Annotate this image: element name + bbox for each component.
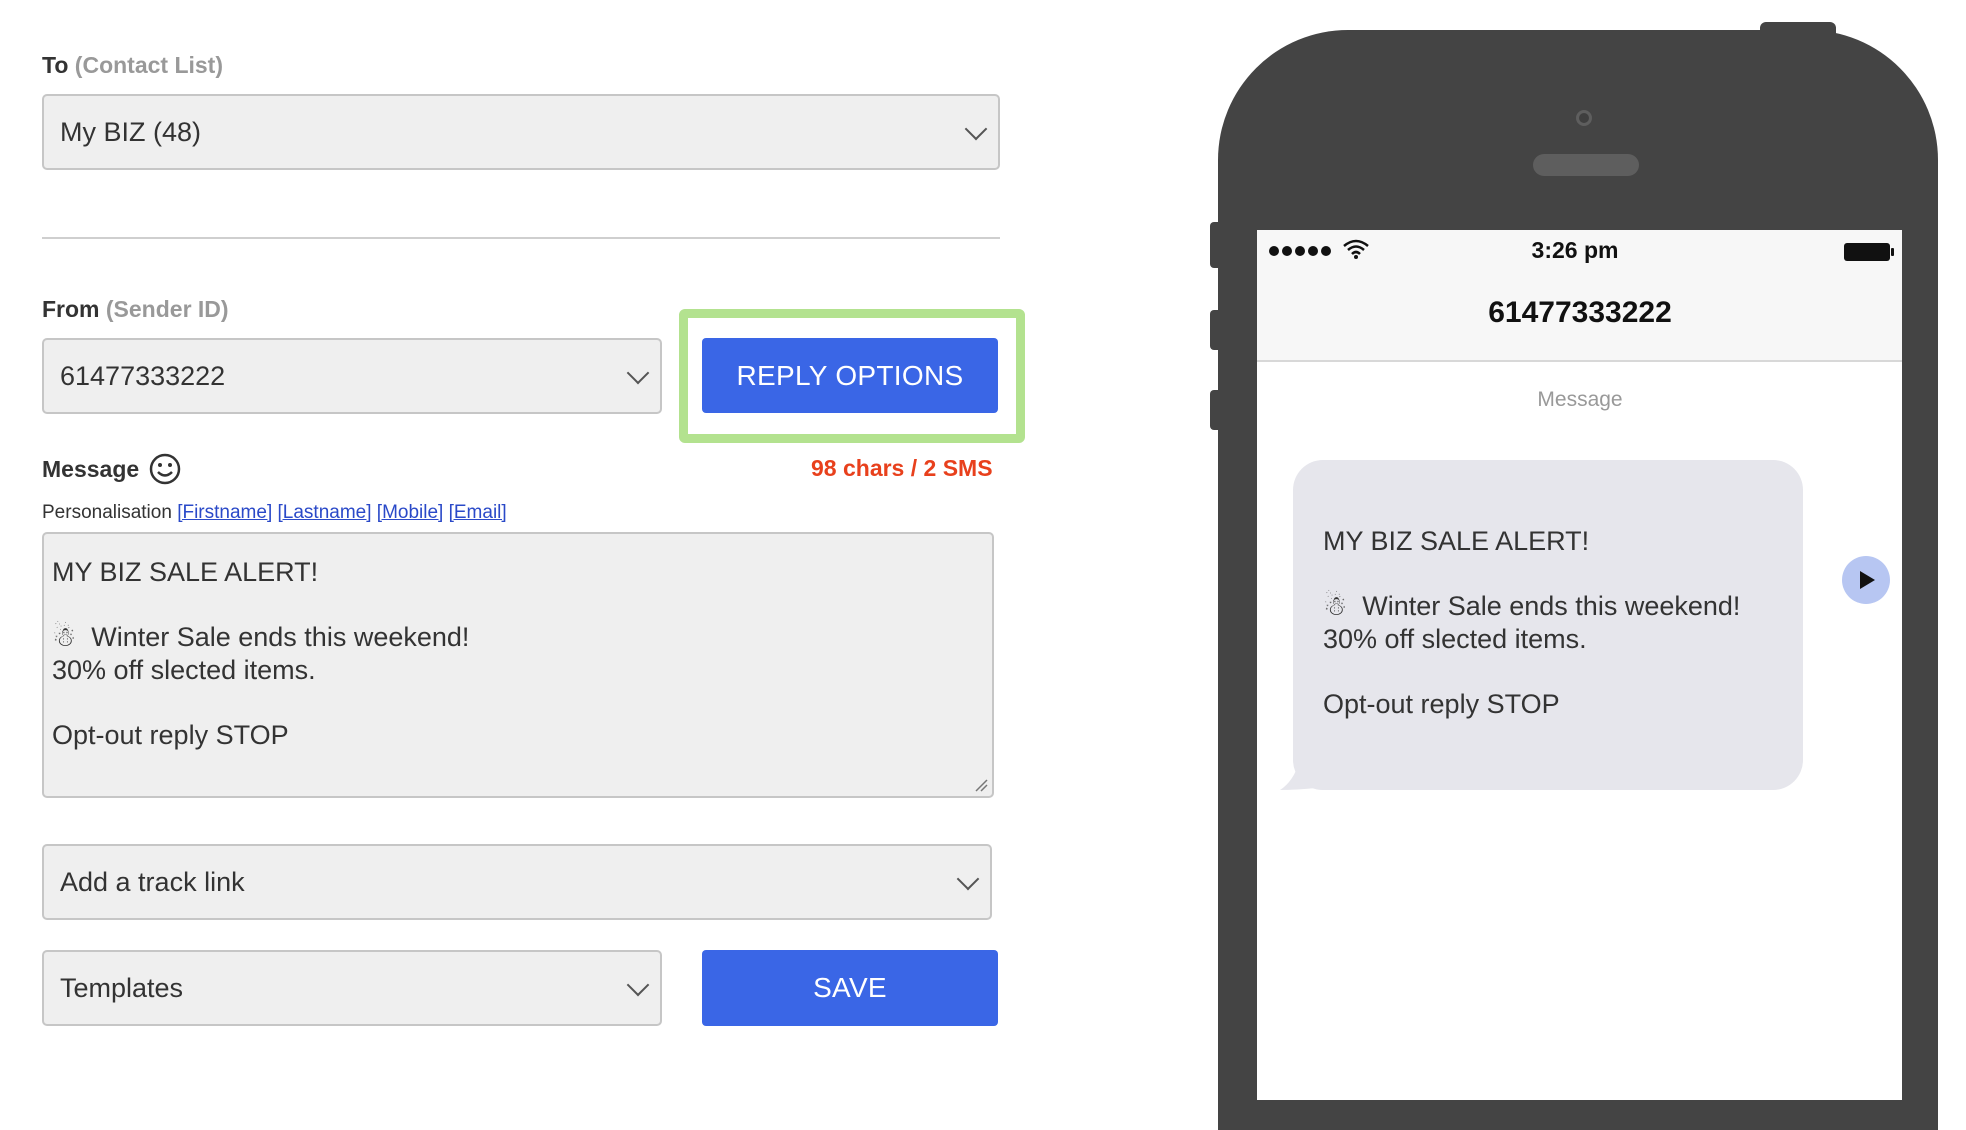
personalisation-row: Personalisation [Firstname] [Lastname] [… <box>42 502 507 524</box>
reply-options-label: REPLY OPTIONS <box>736 359 964 391</box>
phone-message-header: Message <box>1537 388 1623 411</box>
bubble-line: 30% off slected items. <box>1323 624 1587 654</box>
contact-list-value: My BIZ (48) <box>60 116 202 147</box>
to-label-sub: (Contact List) <box>74 52 224 78</box>
track-link-select[interactable]: Add a track link <box>42 844 992 920</box>
phone-side-button <box>1210 310 1222 350</box>
phone-time: 3:26 pm <box>1531 237 1619 263</box>
reply-options-button[interactable]: REPLY OPTIONS <box>702 338 998 413</box>
chevron-down-icon <box>964 117 988 141</box>
resize-handle-icon[interactable] <box>974 778 988 792</box>
to-label: To (Contact List) <box>42 52 223 79</box>
smiley-icon[interactable] <box>149 453 181 485</box>
message-label-text: Message <box>42 455 140 482</box>
char-counter: 98 chars / 2 SMS <box>811 455 993 481</box>
to-label-text: To <box>42 52 69 78</box>
save-label: SAVE <box>813 972 887 1003</box>
chevron-down-icon <box>626 361 650 385</box>
message-line: 30% off slected items. <box>52 655 316 685</box>
tag-firstname[interactable]: [Firstname] <box>177 502 272 523</box>
phone-camera <box>1576 110 1592 126</box>
sender-id-value: 61477333222 <box>60 360 226 391</box>
from-label: From (Sender ID) <box>42 296 229 323</box>
sms-bubble: MY BIZ SALE ALERT! ☃ Winter Sale ends th… <box>1293 460 1803 790</box>
contact-list-select[interactable]: My BIZ (48) <box>42 94 1000 170</box>
tag-email[interactable]: [Email] <box>449 502 507 523</box>
tag-lastname[interactable]: [Lastname] <box>278 502 372 523</box>
templates-select[interactable]: Templates <box>42 950 662 1026</box>
from-label-sub: (Sender ID) <box>105 296 229 322</box>
personalisation-label: Personalisation <box>42 502 172 523</box>
bubble-line: Opt-out reply STOP <box>1323 689 1560 719</box>
phone-side-button <box>1210 390 1222 430</box>
message-line: Opt-out reply STOP <box>52 720 289 750</box>
phone-contact-title: 61477333222 <box>1488 296 1672 329</box>
wifi-icon <box>1343 239 1369 259</box>
message-line: ☃ Winter Sale ends this weekend! <box>52 622 470 652</box>
phone-speaker <box>1533 154 1639 176</box>
bubble-line: MY BIZ SALE ALERT! <box>1323 526 1590 556</box>
sender-id-select[interactable]: 61477333222 <box>42 338 662 414</box>
message-label: Message <box>42 453 181 485</box>
section-divider <box>42 237 1000 239</box>
message-textarea[interactable]: MY BIZ SALE ALERT! ☃ Winter Sale ends th… <box>42 532 994 798</box>
message-line: MY BIZ SALE ALERT! <box>52 557 319 587</box>
signal-dots-icon <box>1269 246 1331 256</box>
chevron-down-icon <box>956 867 980 891</box>
play-button[interactable] <box>1842 556 1890 604</box>
phone-side-button <box>1210 222 1222 268</box>
track-link-value: Add a track link <box>60 866 245 897</box>
from-label-text: From <box>42 296 100 322</box>
save-button[interactable]: SAVE <box>702 950 998 1026</box>
play-icon <box>1860 571 1875 589</box>
templates-value: Templates <box>60 972 184 1003</box>
bubble-line: ☃ Winter Sale ends this weekend! <box>1323 591 1741 621</box>
battery-icon <box>1844 243 1894 261</box>
tag-mobile[interactable]: [Mobile] <box>377 502 444 523</box>
chevron-down-icon <box>626 973 650 997</box>
